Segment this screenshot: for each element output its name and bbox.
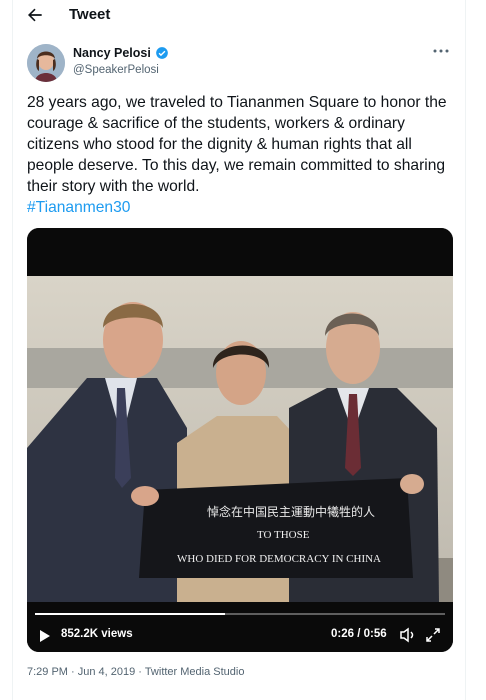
hashtag-link[interactable]: #Tiananmen30	[27, 199, 130, 216]
video-player[interactable]: 悼念在中国民主運動中犧牲的人 TO THOSE WHO DIED FOR DEM…	[27, 228, 453, 652]
avatar[interactable]	[27, 44, 65, 82]
banner-line1: TO THOSE	[257, 529, 310, 541]
author-name-row: Nancy Pelosi	[73, 46, 169, 60]
page-title: Tweet	[69, 6, 111, 23]
volume-icon[interactable]	[399, 627, 417, 643]
banner-chinese-text: 悼念在中国民主運動中犧牲的人	[207, 504, 375, 519]
source-app[interactable]: Twitter Media Studio	[145, 666, 245, 678]
tweet-meta: 7:29 PM · Jun 4, 2019 · Twitter Media St…	[27, 666, 244, 678]
tweet-body: 28 years ago, we traveled to Tiananmen S…	[27, 94, 447, 195]
tweet-text: 28 years ago, we traveled to Tiananmen S…	[27, 92, 452, 218]
arrow-left-icon[interactable]	[25, 5, 45, 25]
avatar-image	[27, 44, 65, 82]
banner-line2: WHO DIED FOR DEMOCRACY IN CHINA	[177, 553, 381, 565]
video-frame: 悼念在中国民主運動中犧牲的人 TO THOSE WHO DIED FOR DEM…	[27, 228, 453, 652]
author-handle[interactable]: @SpeakerPelosi	[73, 64, 159, 76]
verified-badge-icon	[155, 47, 168, 59]
tweet-panel: Tweet Nancy Pelosi @SpeakerPelosi 28 yea…	[12, 0, 466, 700]
progress-bar[interactable]	[35, 613, 445, 615]
video-controls: 852.2K views 0:26 / 0:56	[27, 620, 453, 652]
top-bar: Tweet	[13, 0, 465, 30]
more-options-icon[interactable]	[431, 44, 451, 58]
fullscreen-icon[interactable]	[425, 627, 441, 643]
progress-fill	[35, 613, 226, 615]
view-count: 852.2K views	[61, 628, 133, 640]
author-name[interactable]: Nancy Pelosi	[73, 46, 151, 60]
video-time: 0:26 / 0:56	[331, 628, 387, 640]
play-icon[interactable]	[39, 629, 51, 643]
timestamp[interactable]: 7:29 PM · Jun 4, 2019 ·	[27, 666, 145, 678]
